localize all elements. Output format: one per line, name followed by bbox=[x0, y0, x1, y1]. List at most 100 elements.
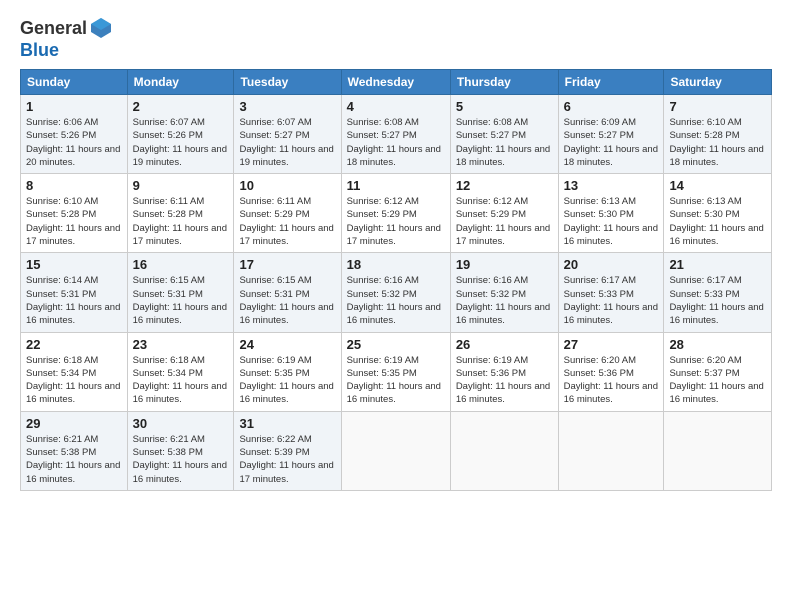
header-cell-thursday: Thursday bbox=[450, 70, 558, 95]
logo: General Blue bbox=[20, 16, 113, 61]
day-number: 26 bbox=[456, 337, 553, 352]
day-number: 12 bbox=[456, 178, 553, 193]
day-number: 8 bbox=[26, 178, 122, 193]
day-info: Sunrise: 6:20 AMSunset: 5:36 PMDaylight:… bbox=[564, 355, 658, 406]
day-cell: 14 Sunrise: 6:13 AMSunset: 5:30 PMDaylig… bbox=[664, 174, 772, 253]
day-info: Sunrise: 6:09 AMSunset: 5:27 PMDaylight:… bbox=[564, 117, 658, 168]
week-row-3: 15 Sunrise: 6:14 AMSunset: 5:31 PMDaylig… bbox=[21, 253, 772, 332]
day-info: Sunrise: 6:18 AMSunset: 5:34 PMDaylight:… bbox=[133, 355, 227, 406]
day-number: 2 bbox=[133, 99, 229, 114]
day-number: 18 bbox=[347, 257, 445, 272]
logo-blue-text: Blue bbox=[20, 40, 59, 61]
week-row-1: 1 Sunrise: 6:06 AMSunset: 5:26 PMDayligh… bbox=[21, 95, 772, 174]
day-cell: 9 Sunrise: 6:11 AMSunset: 5:28 PMDayligh… bbox=[127, 174, 234, 253]
header-cell-tuesday: Tuesday bbox=[234, 70, 341, 95]
day-cell bbox=[664, 411, 772, 490]
day-info: Sunrise: 6:22 AMSunset: 5:39 PMDaylight:… bbox=[239, 434, 333, 485]
day-number: 30 bbox=[133, 416, 229, 431]
day-cell: 27 Sunrise: 6:20 AMSunset: 5:36 PMDaylig… bbox=[558, 332, 664, 411]
day-cell: 20 Sunrise: 6:17 AMSunset: 5:33 PMDaylig… bbox=[558, 253, 664, 332]
day-cell: 17 Sunrise: 6:15 AMSunset: 5:31 PMDaylig… bbox=[234, 253, 341, 332]
day-cell: 2 Sunrise: 6:07 AMSunset: 5:26 PMDayligh… bbox=[127, 95, 234, 174]
day-number: 20 bbox=[564, 257, 659, 272]
logo-general-text: General bbox=[20, 18, 87, 39]
day-number: 3 bbox=[239, 99, 335, 114]
day-info: Sunrise: 6:07 AMSunset: 5:27 PMDaylight:… bbox=[239, 117, 333, 168]
day-number: 29 bbox=[26, 416, 122, 431]
day-number: 6 bbox=[564, 99, 659, 114]
day-cell: 23 Sunrise: 6:18 AMSunset: 5:34 PMDaylig… bbox=[127, 332, 234, 411]
day-info: Sunrise: 6:07 AMSunset: 5:26 PMDaylight:… bbox=[133, 117, 227, 168]
day-cell: 16 Sunrise: 6:15 AMSunset: 5:31 PMDaylig… bbox=[127, 253, 234, 332]
day-info: Sunrise: 6:17 AMSunset: 5:33 PMDaylight:… bbox=[564, 275, 658, 326]
day-number: 13 bbox=[564, 178, 659, 193]
day-info: Sunrise: 6:12 AMSunset: 5:29 PMDaylight:… bbox=[347, 196, 441, 247]
week-row-5: 29 Sunrise: 6:21 AMSunset: 5:38 PMDaylig… bbox=[21, 411, 772, 490]
day-info: Sunrise: 6:19 AMSunset: 5:35 PMDaylight:… bbox=[347, 355, 441, 406]
day-number: 15 bbox=[26, 257, 122, 272]
day-number: 11 bbox=[347, 178, 445, 193]
day-number: 17 bbox=[239, 257, 335, 272]
day-number: 22 bbox=[26, 337, 122, 352]
day-info: Sunrise: 6:17 AMSunset: 5:33 PMDaylight:… bbox=[669, 275, 763, 326]
day-info: Sunrise: 6:12 AMSunset: 5:29 PMDaylight:… bbox=[456, 196, 550, 247]
day-cell: 19 Sunrise: 6:16 AMSunset: 5:32 PMDaylig… bbox=[450, 253, 558, 332]
day-info: Sunrise: 6:11 AMSunset: 5:28 PMDaylight:… bbox=[133, 196, 227, 247]
day-number: 4 bbox=[347, 99, 445, 114]
day-number: 1 bbox=[26, 99, 122, 114]
day-cell: 10 Sunrise: 6:11 AMSunset: 5:29 PMDaylig… bbox=[234, 174, 341, 253]
day-cell: 15 Sunrise: 6:14 AMSunset: 5:31 PMDaylig… bbox=[21, 253, 128, 332]
day-info: Sunrise: 6:19 AMSunset: 5:36 PMDaylight:… bbox=[456, 355, 550, 406]
day-cell: 25 Sunrise: 6:19 AMSunset: 5:35 PMDaylig… bbox=[341, 332, 450, 411]
calendar-page: General Blue SundayMondayTuesdayWednesda… bbox=[0, 0, 792, 612]
header-cell-sunday: Sunday bbox=[21, 70, 128, 95]
day-cell bbox=[341, 411, 450, 490]
calendar-table: SundayMondayTuesdayWednesdayThursdayFrid… bbox=[20, 69, 772, 491]
day-number: 5 bbox=[456, 99, 553, 114]
day-info: Sunrise: 6:13 AMSunset: 5:30 PMDaylight:… bbox=[669, 196, 763, 247]
day-cell: 28 Sunrise: 6:20 AMSunset: 5:37 PMDaylig… bbox=[664, 332, 772, 411]
header-cell-friday: Friday bbox=[558, 70, 664, 95]
day-number: 23 bbox=[133, 337, 229, 352]
day-cell: 21 Sunrise: 6:17 AMSunset: 5:33 PMDaylig… bbox=[664, 253, 772, 332]
day-cell: 18 Sunrise: 6:16 AMSunset: 5:32 PMDaylig… bbox=[341, 253, 450, 332]
day-info: Sunrise: 6:16 AMSunset: 5:32 PMDaylight:… bbox=[347, 275, 441, 326]
day-info: Sunrise: 6:08 AMSunset: 5:27 PMDaylight:… bbox=[456, 117, 550, 168]
week-row-2: 8 Sunrise: 6:10 AMSunset: 5:28 PMDayligh… bbox=[21, 174, 772, 253]
day-cell bbox=[450, 411, 558, 490]
header: General Blue bbox=[20, 16, 772, 61]
header-row: SundayMondayTuesdayWednesdayThursdayFrid… bbox=[21, 70, 772, 95]
day-info: Sunrise: 6:20 AMSunset: 5:37 PMDaylight:… bbox=[669, 355, 763, 406]
day-info: Sunrise: 6:06 AMSunset: 5:26 PMDaylight:… bbox=[26, 117, 120, 168]
day-number: 25 bbox=[347, 337, 445, 352]
day-number: 31 bbox=[239, 416, 335, 431]
day-number: 7 bbox=[669, 99, 766, 114]
header-cell-wednesday: Wednesday bbox=[341, 70, 450, 95]
day-number: 28 bbox=[669, 337, 766, 352]
day-number: 14 bbox=[669, 178, 766, 193]
day-cell bbox=[558, 411, 664, 490]
day-info: Sunrise: 6:21 AMSunset: 5:38 PMDaylight:… bbox=[26, 434, 120, 485]
day-cell: 31 Sunrise: 6:22 AMSunset: 5:39 PMDaylig… bbox=[234, 411, 341, 490]
day-number: 27 bbox=[564, 337, 659, 352]
day-cell: 11 Sunrise: 6:12 AMSunset: 5:29 PMDaylig… bbox=[341, 174, 450, 253]
day-info: Sunrise: 6:21 AMSunset: 5:38 PMDaylight:… bbox=[133, 434, 227, 485]
day-info: Sunrise: 6:18 AMSunset: 5:34 PMDaylight:… bbox=[26, 355, 120, 406]
week-row-4: 22 Sunrise: 6:18 AMSunset: 5:34 PMDaylig… bbox=[21, 332, 772, 411]
day-info: Sunrise: 6:15 AMSunset: 5:31 PMDaylight:… bbox=[239, 275, 333, 326]
day-info: Sunrise: 6:11 AMSunset: 5:29 PMDaylight:… bbox=[239, 196, 333, 247]
day-number: 24 bbox=[239, 337, 335, 352]
day-cell: 8 Sunrise: 6:10 AMSunset: 5:28 PMDayligh… bbox=[21, 174, 128, 253]
day-cell: 26 Sunrise: 6:19 AMSunset: 5:36 PMDaylig… bbox=[450, 332, 558, 411]
day-info: Sunrise: 6:08 AMSunset: 5:27 PMDaylight:… bbox=[347, 117, 441, 168]
header-cell-saturday: Saturday bbox=[664, 70, 772, 95]
day-info: Sunrise: 6:10 AMSunset: 5:28 PMDaylight:… bbox=[669, 117, 763, 168]
header-cell-monday: Monday bbox=[127, 70, 234, 95]
day-cell: 30 Sunrise: 6:21 AMSunset: 5:38 PMDaylig… bbox=[127, 411, 234, 490]
day-number: 9 bbox=[133, 178, 229, 193]
day-info: Sunrise: 6:14 AMSunset: 5:31 PMDaylight:… bbox=[26, 275, 120, 326]
day-info: Sunrise: 6:16 AMSunset: 5:32 PMDaylight:… bbox=[456, 275, 550, 326]
day-info: Sunrise: 6:10 AMSunset: 5:28 PMDaylight:… bbox=[26, 196, 120, 247]
day-info: Sunrise: 6:15 AMSunset: 5:31 PMDaylight:… bbox=[133, 275, 227, 326]
day-number: 21 bbox=[669, 257, 766, 272]
